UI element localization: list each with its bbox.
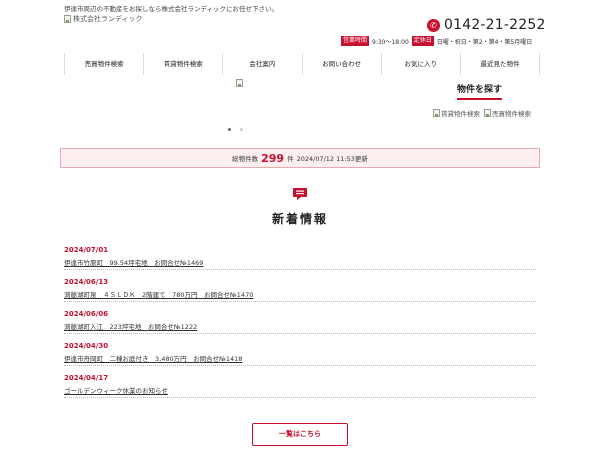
total-unit: 件 xyxy=(287,155,294,163)
news-link[interactable]: 洞爺湖町泉 ４ＳＬＤＫ 2階建て 780万円 お問合せ№1470 xyxy=(64,291,536,299)
news-list-more-button[interactable]: 一覧はこちら xyxy=(252,423,348,446)
business-hours: 営業時間 9:30～18:00 定休日 日曜・祝日・第2・第4・第5月曜日 xyxy=(341,36,532,46)
news-item: 2024/04/17 ゴールデンウィーク休業のお知らせ xyxy=(64,366,536,398)
sale-search-link[interactable]: 売買物件検索 xyxy=(484,108,531,118)
updated-timestamp: 2024/07/12 11:53更新 xyxy=(296,155,368,163)
nav-item-rental-search[interactable]: 賃貸物件検索 xyxy=(143,53,222,75)
nav-item-recently-viewed[interactable]: 最近見た物件 xyxy=(459,53,541,75)
nav-item-contact[interactable]: お問い合わせ xyxy=(301,53,381,75)
news-date: 2024/04/30 xyxy=(64,342,109,350)
hours-value: 9:30～18:00 xyxy=(372,38,409,46)
global-nav: 売買物件検索 賃貸物件検索 会社案内 お問い合わせ お気に入り 最近見た物件 xyxy=(64,53,541,75)
news-item: 2024/04/30 伊達市舟岡町 二棟お庭付き 3,480万円 お問合せ№14… xyxy=(64,334,536,366)
news-link[interactable]: 伊達市竹原町 99.54坪宅地 お問合せ№1469 xyxy=(64,259,536,267)
news-date: 2024/07/01 xyxy=(64,246,109,254)
news-list: 2024/07/01 伊達市竹原町 99.54坪宅地 お問合せ№1469 202… xyxy=(64,238,536,398)
search-links: 賃貸物件検索 売買物件検索 xyxy=(433,108,531,118)
company-logo[interactable]: 株式会社ランディック xyxy=(64,14,143,24)
news-item: 2024/06/06 洞爺湖町入江 223坪宅地 お問合せ№1222 xyxy=(64,302,536,334)
rental-search-link[interactable]: 賃貸物件検索 xyxy=(433,108,480,118)
hero-slider-image xyxy=(236,79,243,87)
news-date: 2024/06/13 xyxy=(64,278,109,286)
closed-days-value: 日曜・祝日・第2・第4・第5月曜日 xyxy=(436,38,533,46)
news-link[interactable]: ゴールデンウィーク休業のお知らせ xyxy=(64,387,536,395)
site-tagline: 伊達市周辺の不動産をお探しなら株式会社ランディックにお任せ下さい。 xyxy=(64,5,279,13)
slider-dot-2[interactable] xyxy=(240,128,243,131)
news-heading: 新着情報 xyxy=(271,212,328,226)
closed-badge: 定休日 xyxy=(411,36,434,46)
news-date: 2024/06/06 xyxy=(64,310,109,318)
property-count-bar: 総物件数 299 件 2024/07/12 11:53更新 xyxy=(60,148,540,168)
sale-search-label: 売買物件検索 xyxy=(492,110,531,118)
news-item: 2024/07/01 伊達市竹原町 99.54坪宅地 お問合せ№1469 xyxy=(64,238,536,270)
phone-contact[interactable]: ✆ 0142-21-2252 xyxy=(427,17,546,33)
rental-search-label: 賃貸物件検索 xyxy=(441,110,480,118)
broken-image-icon xyxy=(64,15,71,23)
news-link[interactable]: 伊達市舟岡町 二棟お庭付き 3,480万円 お問合せ№1418 xyxy=(64,355,536,363)
phone-icon: ✆ xyxy=(427,18,440,32)
broken-image-icon xyxy=(433,109,440,117)
nav-item-favorites[interactable]: お気に入り xyxy=(380,53,460,75)
nav-item-company[interactable]: 会社案内 xyxy=(222,53,301,75)
news-date: 2024/04/17 xyxy=(64,374,109,382)
hours-badge: 営業時間 xyxy=(341,36,370,46)
slider-dots xyxy=(228,128,243,131)
broken-image-icon xyxy=(484,109,491,117)
logo-alt-text: 株式会社ランディック xyxy=(73,15,143,23)
total-count: 299 xyxy=(261,151,285,165)
news-item: 2024/06/13 洞爺湖町泉 ４ＳＬＤＫ 2階建て 780万円 お問合せ№1… xyxy=(64,270,536,302)
phone-number: 0142-21-2252 xyxy=(444,17,546,33)
nav-item-sale-search[interactable]: 売買物件検索 xyxy=(64,53,143,75)
news-link[interactable]: 洞爺湖町入江 223坪宅地 お問合せ№1222 xyxy=(64,323,536,331)
slider-dot-1[interactable] xyxy=(228,128,231,131)
total-label: 総物件数 xyxy=(232,155,259,163)
speech-bubble-icon xyxy=(293,188,307,200)
search-heading: 物件を探す xyxy=(457,82,503,100)
